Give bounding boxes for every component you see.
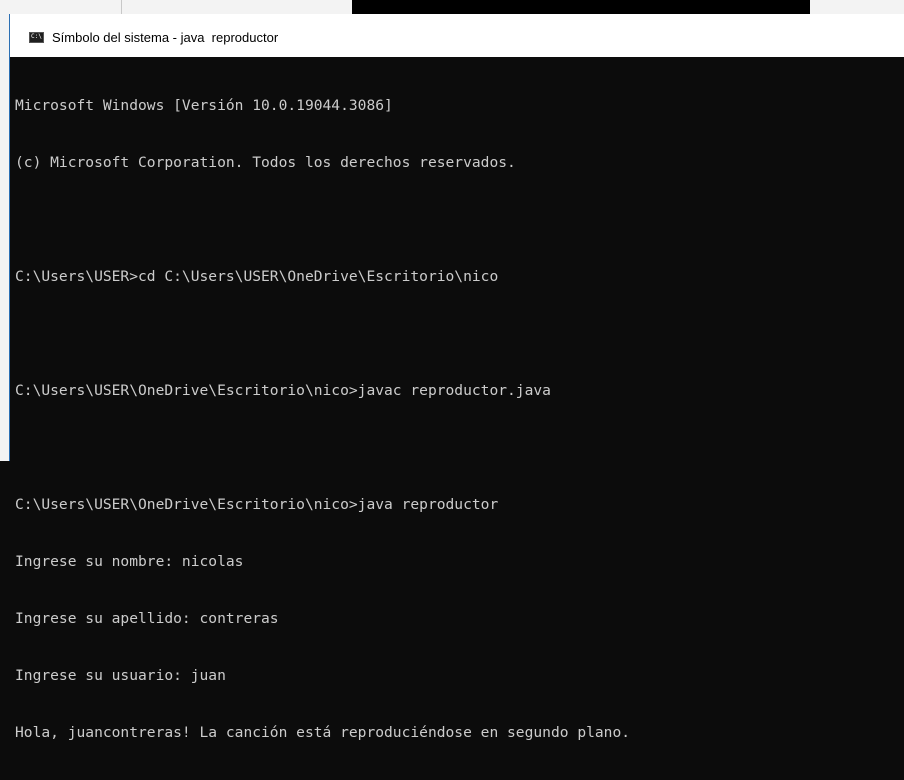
command-prompt-window[interactable]: C:\ Símbolo del sistema - java reproduct…	[9, 14, 904, 741]
cmd-icon: C:\	[29, 32, 44, 43]
title-bar[interactable]: C:\ Símbolo del sistema - java reproduct…	[10, 14, 904, 57]
background-divider	[121, 0, 122, 14]
console-line: Hola, juancontreras! La canción está rep…	[15, 724, 631, 741]
console-line: Ingrese su nombre: nicolas	[15, 553, 244, 570]
console-line: Ingrese su usuario: juan	[15, 667, 226, 684]
console-line: C:\Users\USER\OneDrive\Escritorio\nico>j…	[15, 382, 551, 399]
console-line: Ingrese su apellido: contreras	[15, 610, 279, 627]
console-output[interactable]: Microsoft Windows [Versión 10.0.19044.30…	[15, 58, 900, 741]
console-line: C:\Users\USER\OneDrive\Escritorio\nico>j…	[15, 496, 499, 513]
console-line: Microsoft Windows [Versión 10.0.19044.30…	[15, 97, 393, 114]
background-left-edge	[0, 14, 9, 461]
console-line: (c) Microsoft Corporation. Todos los der…	[15, 154, 516, 171]
window-title: Símbolo del sistema - java reproductor	[52, 30, 279, 45]
background-dark-region	[352, 0, 810, 14]
background-strip	[0, 0, 904, 14]
cmd-icon-glyph: C:\	[31, 33, 42, 40]
console-line: C:\Users\USER>cd C:\Users\USER\OneDrive\…	[15, 268, 499, 285]
